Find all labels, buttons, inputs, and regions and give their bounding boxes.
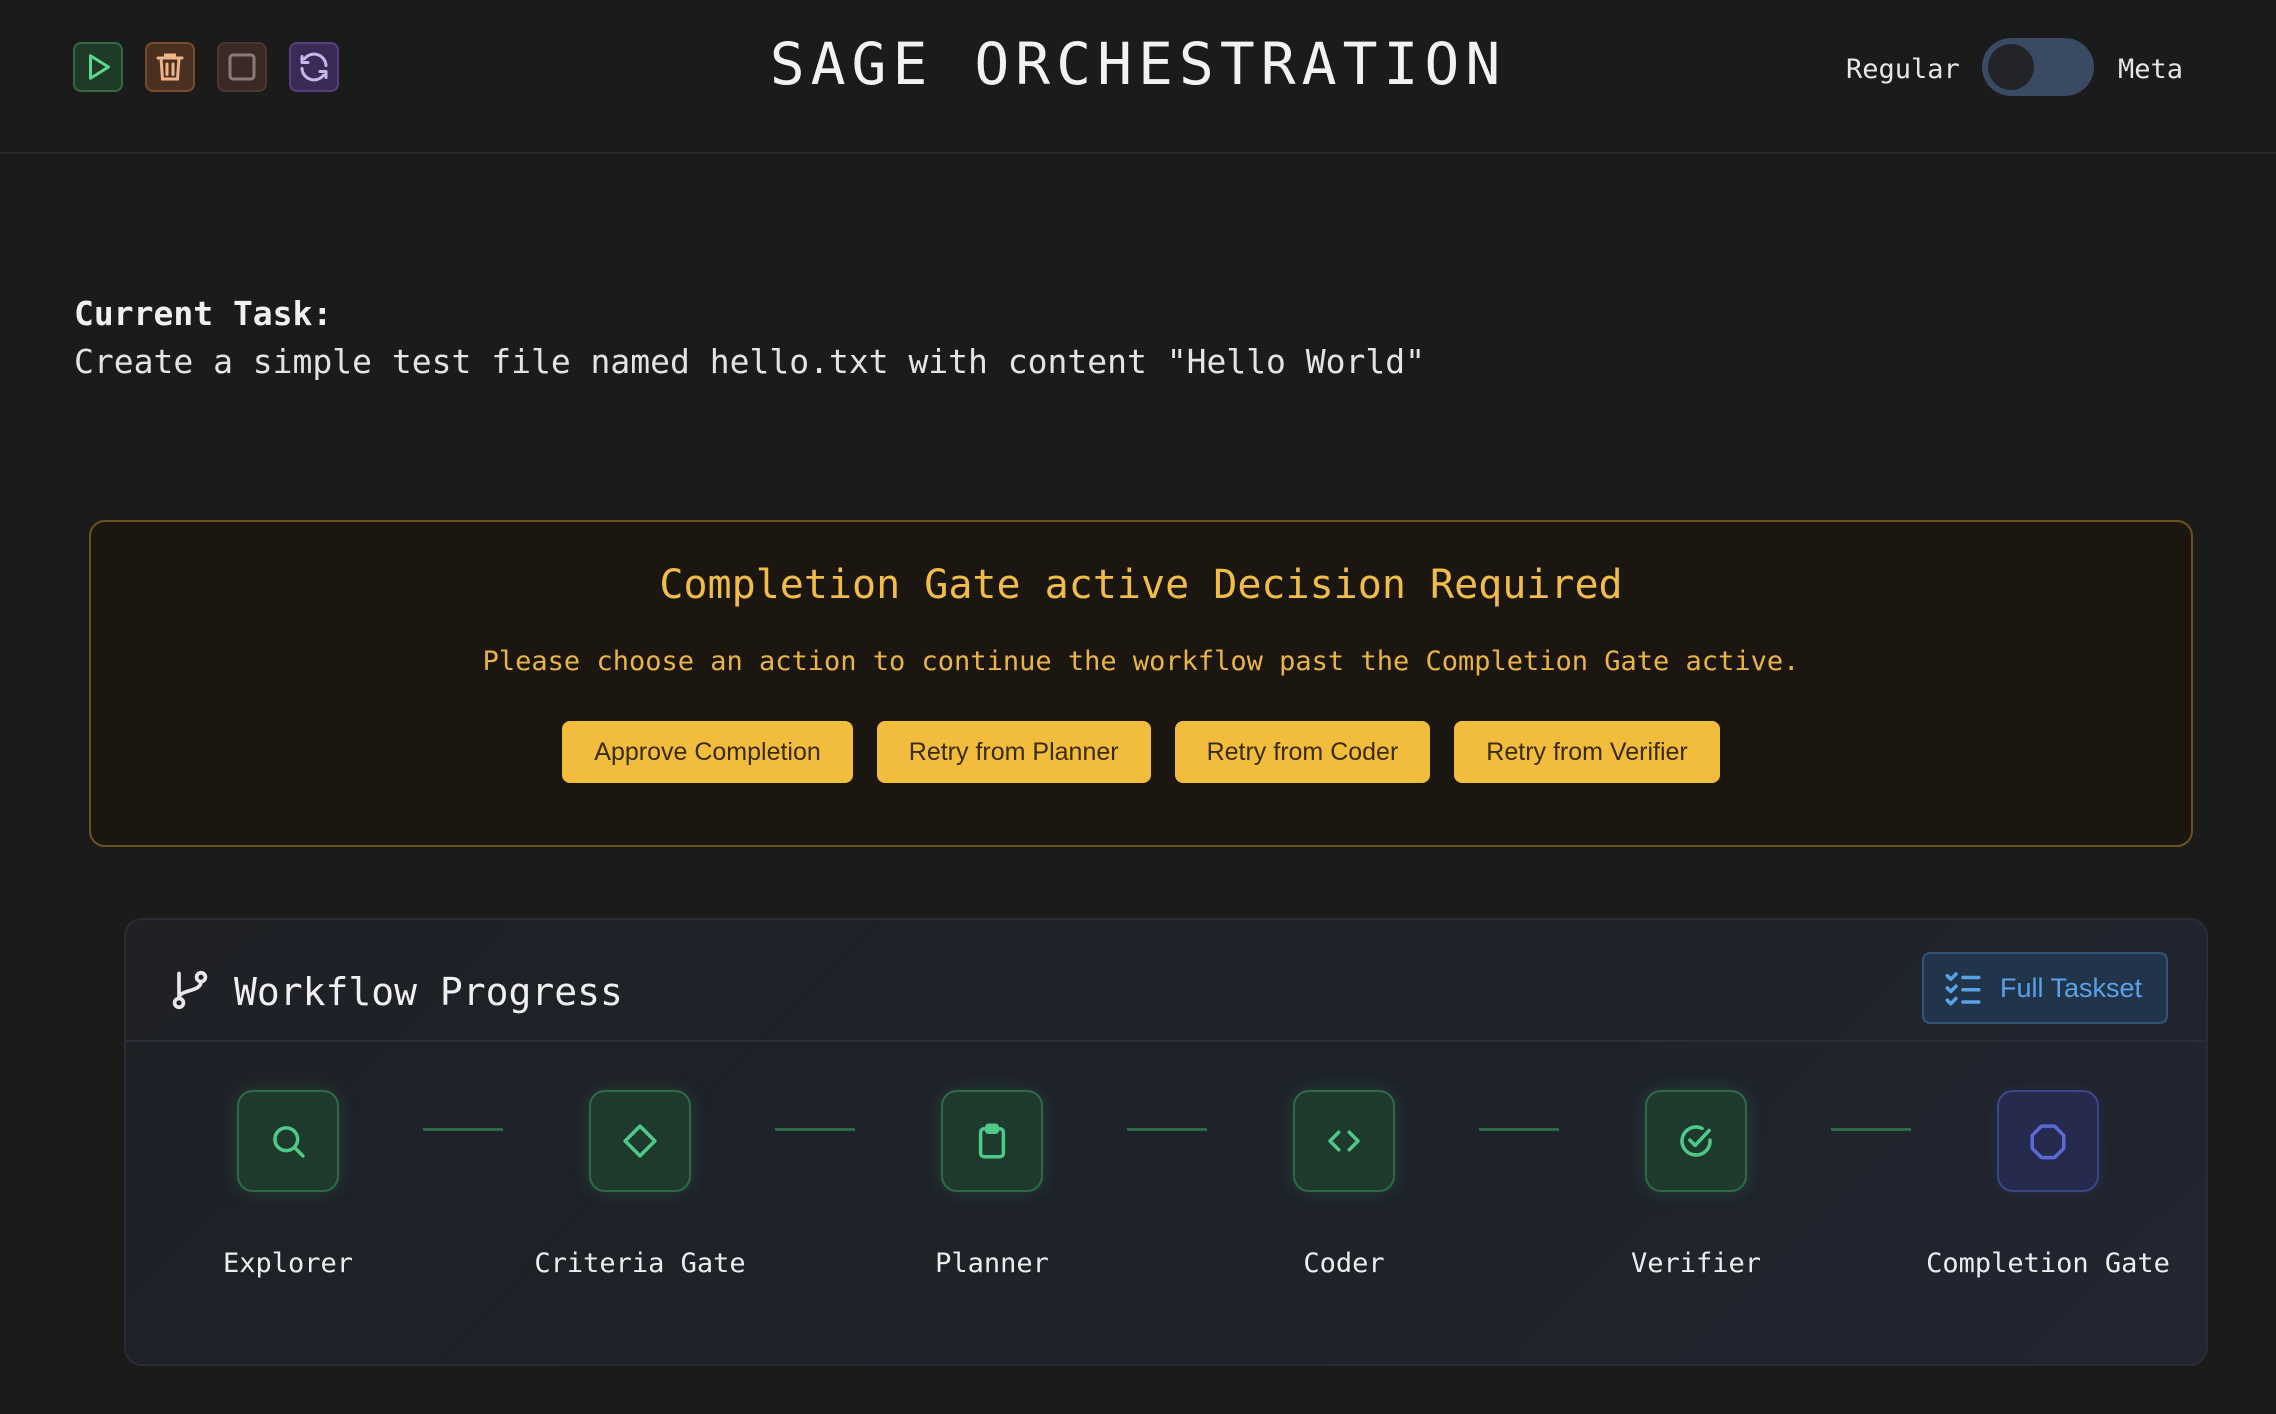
search-icon — [273, 1126, 305, 1158]
retry-planner-button[interactable]: Retry from Planner — [876, 721, 1151, 783]
checklist-icon — [1945, 972, 1981, 1006]
step-connector — [423, 1128, 503, 1131]
mode-toggle[interactable] — [1982, 38, 2094, 96]
workflow-title: Workflow Progress — [234, 970, 623, 1014]
step-connector — [1831, 1128, 1911, 1131]
step-coder[interactable]: Coder — [1214, 1090, 1474, 1279]
octagon-icon — [2030, 1124, 2066, 1160]
decision-actions: Approve Completion Retry from Planner Re… — [91, 721, 2191, 783]
step-label: Completion Gate — [1926, 1248, 2170, 1279]
step-completion-gate[interactable]: Completion Gate — [1918, 1090, 2178, 1279]
step-verifier[interactable]: Verifier — [1566, 1090, 1826, 1279]
step-planner-box — [941, 1090, 1043, 1192]
git-branch-icon — [172, 970, 208, 1010]
step-label: Verifier — [1630, 1248, 1762, 1279]
step-connector — [1127, 1128, 1207, 1131]
clipboard-icon — [978, 1123, 1006, 1159]
toggle-knob — [1988, 44, 2034, 90]
step-label: Planner — [935, 1248, 1049, 1279]
mode-label-meta: Meta — [2118, 54, 2184, 85]
step-label: Criteria Gate — [534, 1248, 746, 1279]
full-taskset-button[interactable]: Full Taskset — [1922, 952, 2168, 1024]
step-explorer-box — [237, 1090, 339, 1192]
workflow-header: Workflow Progress Full Taskset — [126, 920, 2206, 1042]
step-criteria-gate-box — [589, 1090, 691, 1192]
step-connector — [775, 1128, 855, 1131]
current-task-label: Current Task: — [74, 294, 333, 333]
workflow-panel: Workflow Progress Full Taskset Explorer … — [124, 918, 2208, 1366]
step-coder-box — [1293, 1090, 1395, 1192]
decision-panel: Completion Gate active Decision Required… — [89, 520, 2193, 847]
app-header: SAGE ORCHESTRATION Regular Meta — [0, 0, 2276, 154]
check-circle-icon — [1680, 1125, 1712, 1157]
decision-title: Completion Gate active Decision Required — [659, 562, 1623, 608]
retry-coder-button[interactable]: Retry from Coder — [1174, 721, 1431, 783]
step-verifier-box — [1645, 1090, 1747, 1192]
step-completion-gate-box — [1997, 1090, 2099, 1192]
step-criteria-gate[interactable]: Criteria Gate — [510, 1090, 770, 1279]
retry-verifier-button[interactable]: Retry from Verifier — [1454, 721, 1720, 783]
approve-completion-button[interactable]: Approve Completion — [562, 721, 853, 783]
current-task-text: Create a simple test file named hello.tx… — [74, 342, 1426, 381]
diamond-icon — [623, 1124, 657, 1158]
step-label: Coder — [1303, 1248, 1385, 1279]
step-connector — [1479, 1128, 1559, 1131]
step-explorer[interactable]: Explorer — [158, 1090, 418, 1279]
step-planner[interactable]: Planner — [862, 1090, 1122, 1279]
step-label: Explorer — [222, 1248, 354, 1279]
code-icon — [1328, 1130, 1360, 1152]
decision-message: Please choose an action to continue the … — [482, 646, 1800, 677]
full-taskset-label: Full Taskset — [2000, 972, 2143, 1003]
mode-label-regular: Regular — [1846, 54, 1960, 85]
